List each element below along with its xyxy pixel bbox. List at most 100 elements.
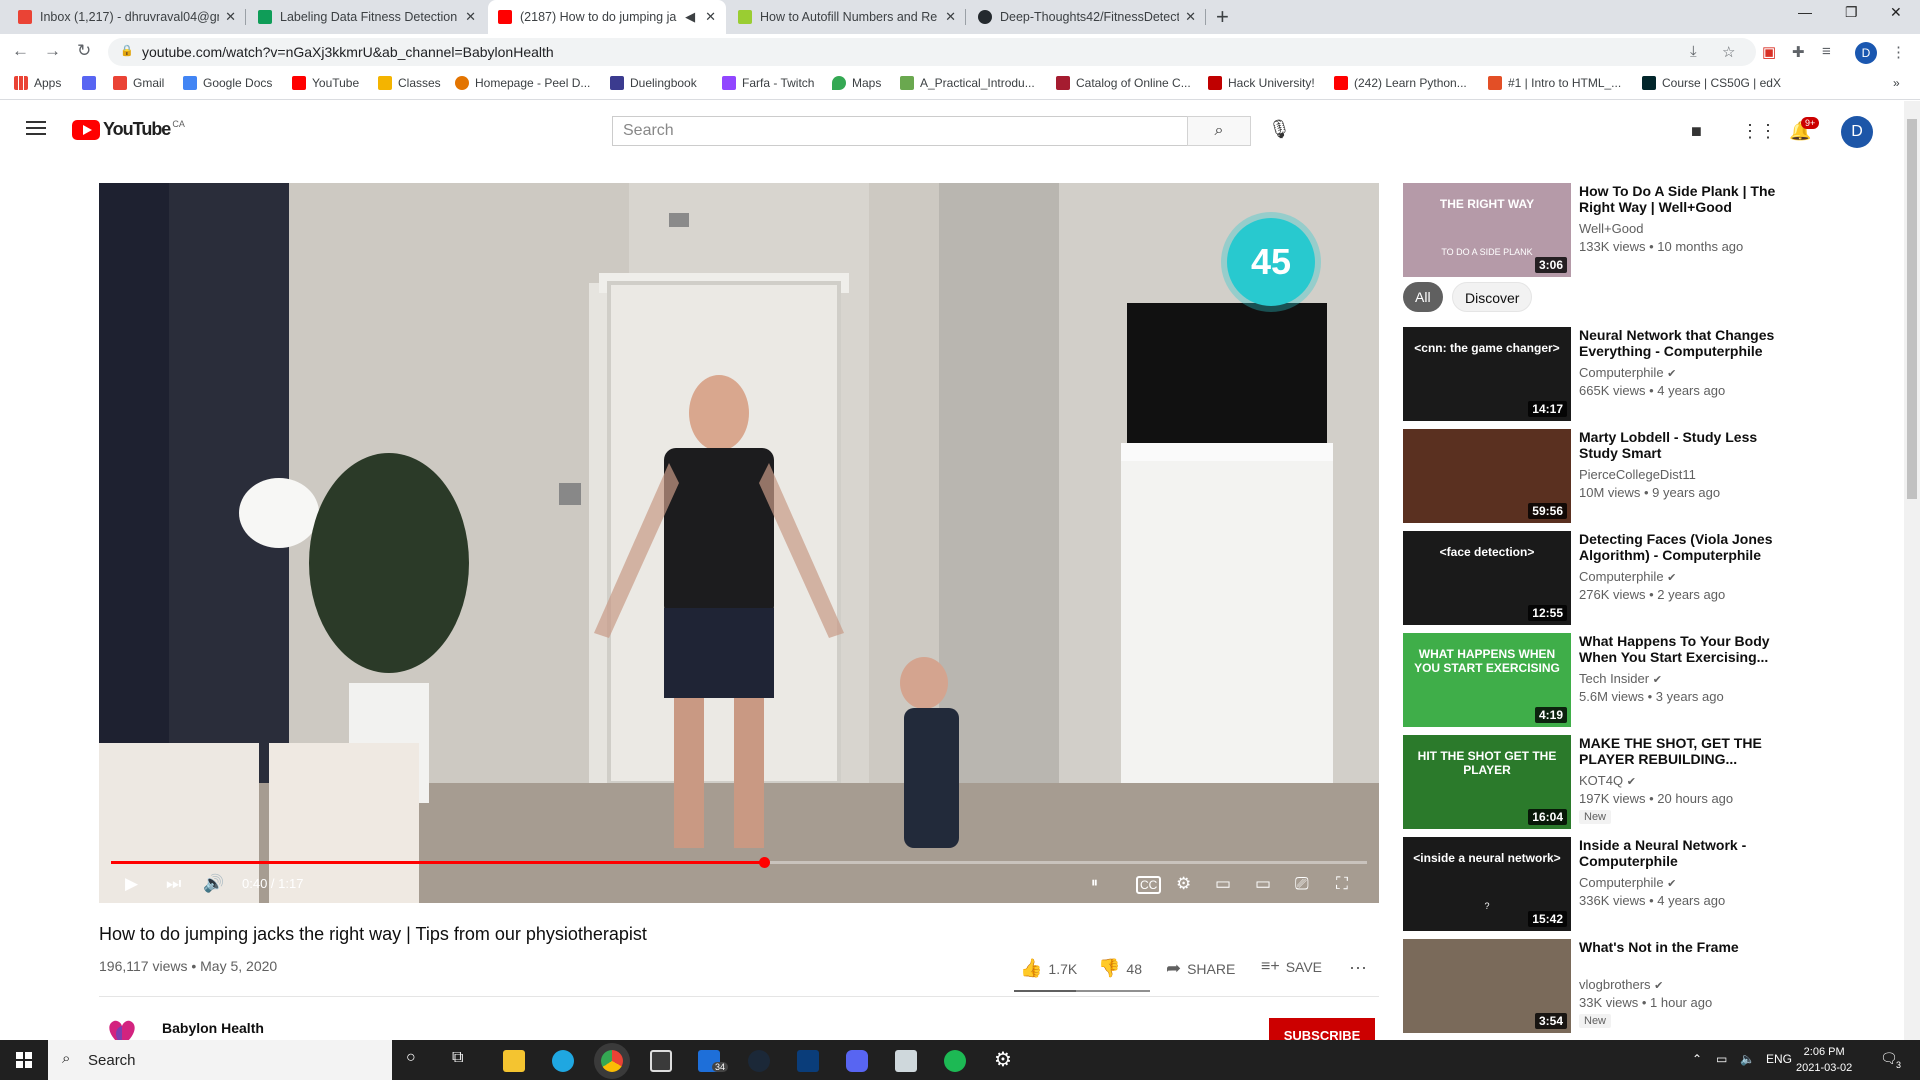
bookmark-catalog[interactable]: Catalog of Online C... bbox=[1056, 76, 1191, 90]
clock[interactable]: 2:06 PM 2021-03-02 bbox=[1796, 1044, 1852, 1076]
autoplay-toggle[interactable]: ⏸ bbox=[1091, 874, 1098, 891]
recommended-video-title[interactable]: Marty Lobdell - Study Less Study Smart bbox=[1579, 429, 1779, 461]
bookmark-duelingbook[interactable]: Duelingbook bbox=[610, 76, 697, 90]
bookmark-learn-python[interactable]: (242) Learn Python... bbox=[1334, 76, 1467, 90]
bookmark-star-icon[interactable]: ☆ bbox=[1722, 43, 1735, 61]
bookmark-discord[interactable] bbox=[82, 76, 102, 90]
reload-icon[interactable]: ↻ bbox=[77, 41, 91, 61]
profile-avatar[interactable]: D bbox=[1855, 42, 1877, 64]
settings-gear-icon[interactable]: ⚙ bbox=[994, 1047, 1012, 1072]
recommended-video-title[interactable]: Inside a Neural Network - Computerphile bbox=[1579, 837, 1779, 869]
tab-sheets[interactable]: Labeling Data Fitness Detection ✕ bbox=[248, 0, 486, 34]
miniplayer-icon[interactable]: ▭ bbox=[1215, 874, 1231, 894]
language-indicator[interactable]: ENG bbox=[1766, 1052, 1792, 1066]
edge-icon[interactable] bbox=[552, 1050, 574, 1072]
channel-name[interactable]: Babylon Health bbox=[162, 1020, 264, 1036]
store-icon[interactable] bbox=[650, 1050, 672, 1072]
bookmark-hack-university[interactable]: Hack University! bbox=[1208, 76, 1315, 90]
chip-all[interactable]: All bbox=[1403, 282, 1443, 312]
tab-gmail[interactable]: Inbox (1,217) - dhruvraval04@gm ✕ bbox=[8, 0, 246, 34]
theater-mode-icon[interactable]: ▭ bbox=[1255, 874, 1271, 894]
restore-button[interactable]: ❐ bbox=[1845, 4, 1858, 21]
bookmark-youtube[interactable]: YouTube bbox=[292, 76, 359, 90]
video-thumbnail[interactable]: HIT THE SHOT GET THE PLAYER 16:04 bbox=[1403, 735, 1571, 829]
video-thumbnail[interactable]: THE RIGHT WAY TO DO A SIDE PLANK 3:06 bbox=[1403, 183, 1571, 277]
captions-icon[interactable]: CC bbox=[1136, 876, 1162, 894]
share-button[interactable]: ➦ SHARE bbox=[1166, 958, 1235, 979]
close-tab-icon[interactable]: ✕ bbox=[945, 9, 956, 25]
steam-icon[interactable] bbox=[748, 1050, 770, 1072]
chrome-icon[interactable] bbox=[601, 1050, 623, 1072]
minimize-button[interactable]: — bbox=[1798, 4, 1812, 20]
next-icon[interactable]: ⏭ bbox=[166, 874, 181, 894]
taskbar-search-input[interactable]: ⌕ Search bbox=[48, 1040, 392, 1080]
recommended-video[interactable]: <face detection> 12:55 Detecting Faces (Vi… bbox=[1403, 531, 1783, 627]
video-thumbnail[interactable]: WHAT HAPPENS WHEN YOU START EXERCISING 4:… bbox=[1403, 633, 1571, 727]
video-player[interactable] bbox=[99, 183, 1379, 903]
tab-howto[interactable]: How to Autofill Numbers and Re ✕ bbox=[728, 0, 966, 34]
voice-search-icon[interactable]: 🎙 bbox=[1268, 119, 1291, 140]
pocket-extension-icon[interactable]: ▣ bbox=[1762, 43, 1776, 61]
progress-bar[interactable] bbox=[111, 857, 1367, 868]
recommended-video-title[interactable]: What Happens To Your Body When You Start… bbox=[1579, 633, 1779, 665]
play-icon[interactable]: ▶ bbox=[125, 874, 138, 894]
save-button[interactable]: ≡+ SAVE bbox=[1261, 958, 1322, 976]
windows-start-icon[interactable] bbox=[16, 1052, 32, 1068]
recommended-video-title[interactable]: Detecting Faces (Viola Jones Algorithm) … bbox=[1579, 531, 1779, 563]
extensions-puzzle-icon[interactable]: ✚ bbox=[1792, 43, 1805, 61]
app-icon[interactable] bbox=[797, 1050, 819, 1072]
video-thumbnail[interactable]: <face detection> 12:55 bbox=[1403, 531, 1571, 625]
close-window-button[interactable]: ✕ bbox=[1890, 4, 1902, 21]
recommended-video[interactable]: <cnn: the game changer> 14:17 Neural Netwo… bbox=[1403, 327, 1783, 423]
recommended-video[interactable]: 3:54 What's Not in the Frame vlogbrothers … bbox=[1403, 939, 1783, 1035]
file-explorer-icon[interactable] bbox=[503, 1050, 525, 1072]
recommended-channel[interactable]: Computerphile ✔ bbox=[1579, 569, 1676, 584]
media-control-icon[interactable]: ≡ bbox=[1822, 43, 1831, 60]
recommended-video[interactable]: 59:56 Marty Lobdell - Study Less Study Sm… bbox=[1403, 429, 1783, 525]
bookmark-intro-html[interactable]: #1 | Intro to HTML_... bbox=[1488, 76, 1621, 90]
close-tab-icon[interactable]: ✕ bbox=[225, 9, 236, 25]
address-bar[interactable]: 🔒 youtube.com/watch?v=nGaXj3kkmrU&ab_cha… bbox=[108, 38, 1756, 66]
chip-discover[interactable]: Discover bbox=[1452, 282, 1533, 312]
bookmark-edx[interactable]: Course | CS50G | edX bbox=[1642, 76, 1781, 90]
volume-icon[interactable]: 🔈 bbox=[1740, 1052, 1755, 1066]
create-video-icon[interactable]: ■ bbox=[1691, 121, 1702, 142]
bookmark-practical-intro[interactable]: A_Practical_Introdu... bbox=[900, 76, 1035, 90]
discord-icon[interactable] bbox=[846, 1050, 868, 1072]
video-thumbnail[interactable]: 59:56 bbox=[1403, 429, 1571, 523]
battery-icon[interactable]: ▭ bbox=[1716, 1052, 1727, 1066]
recommended-channel[interactable]: PierceCollegeDist11 bbox=[1579, 467, 1696, 482]
dislike-button[interactable]: 👎 48 bbox=[1098, 958, 1142, 979]
video-thumbnail[interactable]: <cnn: the game changer> 14:17 bbox=[1403, 327, 1571, 421]
bookmark-maps[interactable]: Maps bbox=[832, 76, 881, 90]
notepad-icon[interactable] bbox=[895, 1050, 917, 1072]
apps-grid-icon[interactable]: ⋮⋮ bbox=[1741, 121, 1777, 142]
bookmark-google-docs[interactable]: Google Docs bbox=[183, 76, 272, 90]
volume-icon[interactable]: 🔊 bbox=[203, 874, 224, 894]
menu-kebab-icon[interactable]: ⋮ bbox=[1891, 43, 1906, 61]
recommended-video-title[interactable]: MAKE THE SHOT, GET THE PLAYER REBUILDING… bbox=[1579, 735, 1779, 767]
page-scrollbar[interactable] bbox=[1904, 101, 1920, 1041]
search-input[interactable]: Search bbox=[612, 116, 1188, 146]
recommended-video-title[interactable]: Neural Network that Changes Everything -… bbox=[1579, 327, 1779, 359]
bookmark-apps[interactable]: Apps bbox=[14, 76, 61, 90]
recommended-channel[interactable]: KOT4Q ✔ bbox=[1579, 773, 1636, 788]
like-button[interactable]: 👍 1.7K bbox=[1020, 958, 1077, 979]
cortana-icon[interactable]: ○ bbox=[406, 1049, 416, 1067]
spotify-icon[interactable] bbox=[944, 1050, 966, 1072]
close-tab-icon[interactable]: ✕ bbox=[705, 9, 716, 25]
video-thumbnail[interactable]: 3:54 bbox=[1403, 939, 1571, 1033]
recommended-video-title[interactable]: What's Not in the Frame bbox=[1579, 939, 1779, 955]
show-hidden-icons[interactable]: ⌃ bbox=[1692, 1052, 1702, 1066]
bookmark-classes[interactable]: Classes bbox=[378, 76, 441, 90]
recommended-channel[interactable]: Computerphile ✔ bbox=[1579, 875, 1676, 890]
youtube-logo[interactable]: YouTube CA bbox=[72, 119, 185, 140]
more-actions-icon[interactable]: ⋯ bbox=[1349, 958, 1367, 979]
close-tab-icon[interactable]: ✕ bbox=[465, 9, 476, 25]
video-thumbnail[interactable]: <inside a neural network>? 15:42 bbox=[1403, 837, 1571, 931]
forward-arrow-icon[interactable]: → bbox=[44, 41, 61, 61]
recommended-channel[interactable]: vlogbrothers ✔ bbox=[1579, 977, 1663, 992]
recommended-video-title[interactable]: How To Do A Side Plank | The Right Way |… bbox=[1579, 183, 1779, 215]
settings-gear-icon[interactable]: ⚙ bbox=[1176, 874, 1191, 894]
recommended-channel[interactable]: Well+Good bbox=[1579, 221, 1643, 236]
